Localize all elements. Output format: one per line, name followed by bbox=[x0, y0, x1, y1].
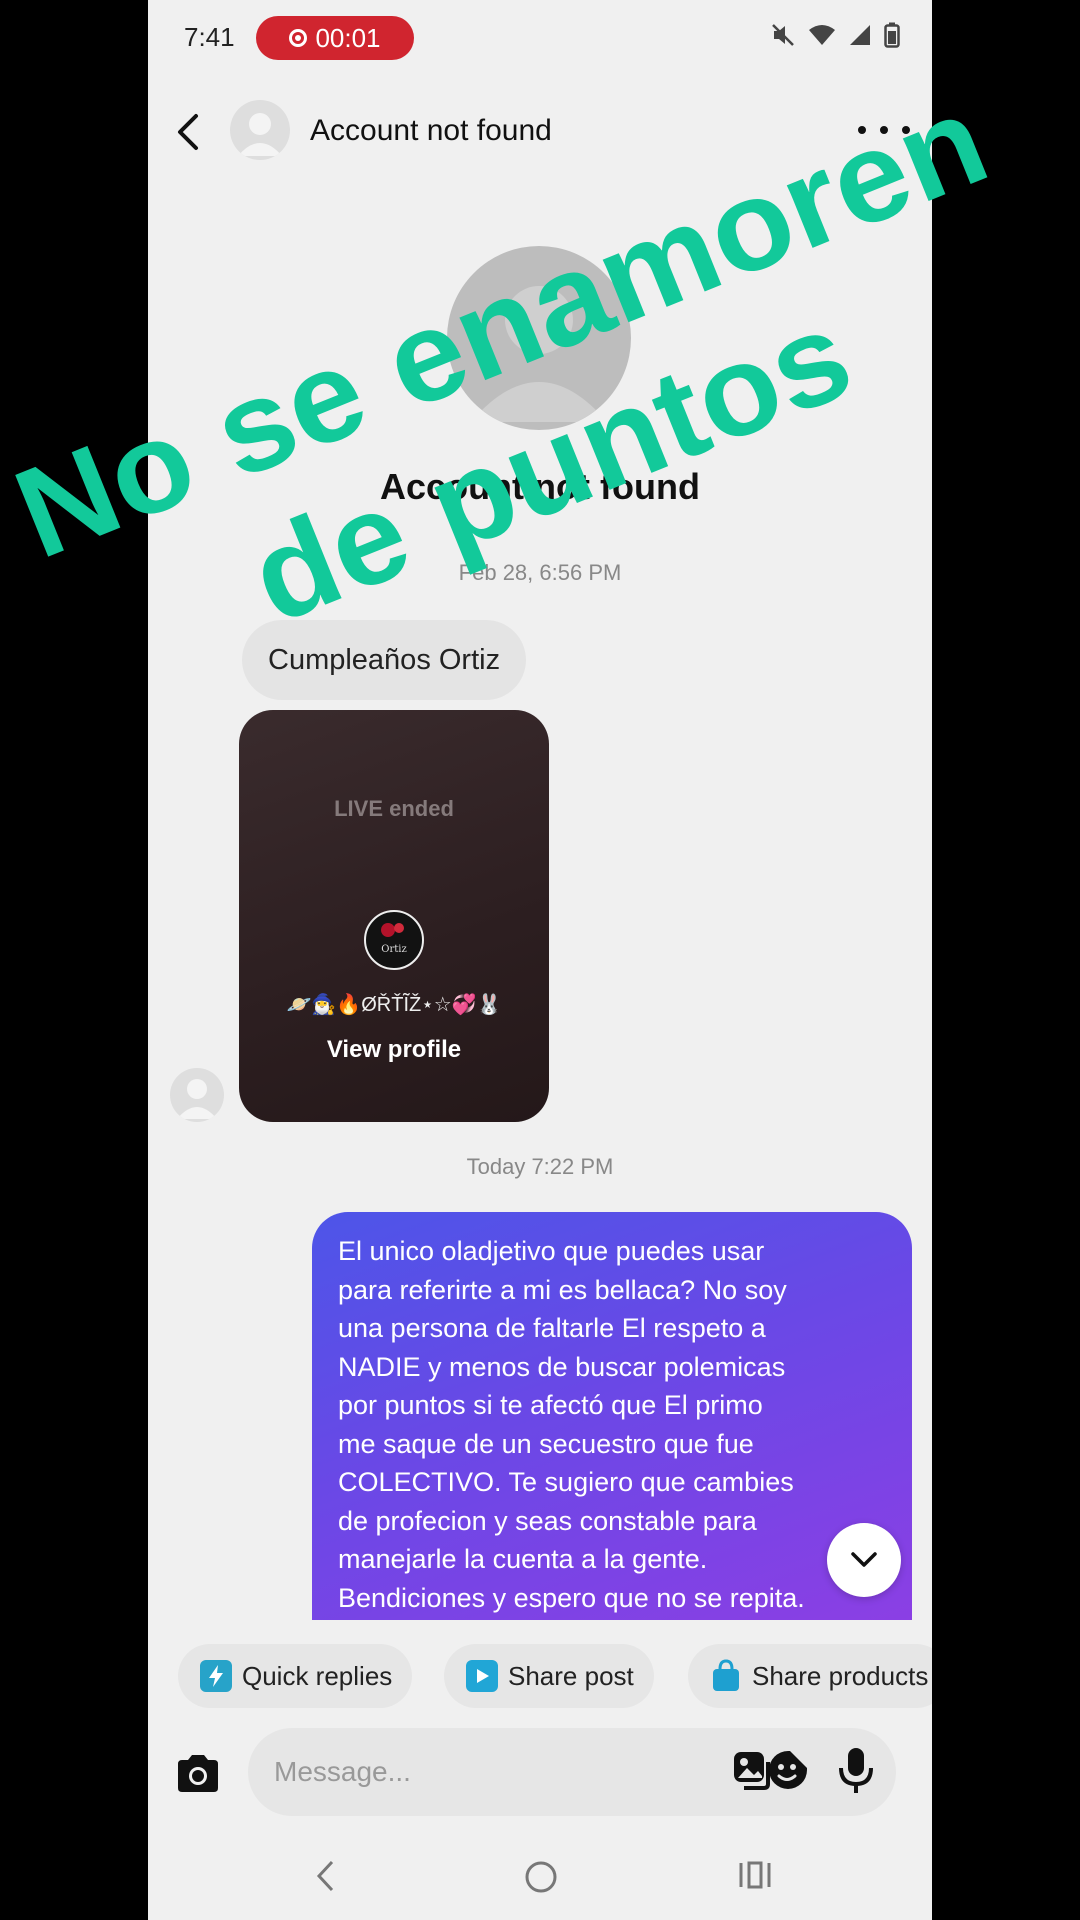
nav-back-button[interactable] bbox=[314, 1858, 338, 1894]
status-time: 7:41 bbox=[184, 22, 235, 52]
message-line: para referirte a mi es bellaca? No soy bbox=[338, 1274, 787, 1305]
message-line: COLECTIVO. Te sugiero que cambies bbox=[338, 1467, 794, 1497]
message-line: El unico oladjetivo que puedes usar bbox=[338, 1236, 765, 1266]
lightning-icon bbox=[200, 1660, 232, 1692]
rose-logo-icon: Ortiz bbox=[381, 923, 407, 955]
received-message-bubble[interactable]: Cumpleaños Ortiz bbox=[242, 620, 527, 700]
status-icons bbox=[770, 22, 900, 48]
live-status-label: LIVE ended bbox=[334, 796, 454, 821]
share-products-button[interactable]: Share products bbox=[688, 1644, 932, 1708]
signal-icon bbox=[850, 25, 870, 45]
recording-timer: 00:01 bbox=[315, 22, 381, 53]
more-options-button[interactable] bbox=[858, 112, 910, 148]
screen-recording-indicator[interactable]: 00:01 bbox=[256, 16, 414, 60]
svg-text:Ortiz: Ortiz bbox=[381, 944, 406, 955]
live-host-avatar: Ortiz bbox=[364, 910, 424, 970]
message-line: me saque de un secuestro que fue bbox=[338, 1428, 754, 1459]
message-line: de profecion y seas constable para bbox=[338, 1505, 757, 1536]
scroll-to-bottom-button[interactable] bbox=[827, 1523, 901, 1597]
profile-name: Account not found bbox=[380, 466, 700, 507]
live-ended-card[interactable]: LIVE ended Ortiz 🪐🧙‍♂️🔥ØŘŤĨŽ⋆☆💞🐰 View pr… bbox=[239, 710, 549, 1122]
share-post-button[interactable]: Share post bbox=[444, 1644, 654, 1708]
message-line: una persona de faltarle El respeto a bbox=[338, 1313, 766, 1343]
message-line: manejarle la cuenta a la gente. bbox=[338, 1544, 708, 1574]
default-avatar-icon bbox=[177, 1079, 217, 1119]
phone-screen: 7:41 00:01 Account not found Account not… bbox=[148, 0, 932, 1920]
timestamp-divider: Today 7:22 PM bbox=[466, 1154, 614, 1179]
mute-icon bbox=[772, 24, 794, 46]
shopping-bag-icon bbox=[710, 1659, 742, 1692]
camera-button[interactable] bbox=[172, 1748, 224, 1800]
timestamp-divider: Feb 28, 6:56 PM bbox=[458, 560, 622, 585]
message-input[interactable]: Message... bbox=[248, 1728, 896, 1816]
conversation-title[interactable]: Account not found bbox=[310, 114, 552, 148]
wifi-icon bbox=[809, 25, 835, 45]
share-products-label: Share products bbox=[752, 1660, 929, 1691]
default-avatar-icon bbox=[238, 113, 282, 156]
default-avatar-icon bbox=[471, 286, 607, 422]
view-profile-link[interactable]: View profile bbox=[239, 1036, 549, 1064]
message-line: NADIE y menos de buscar polemicas bbox=[338, 1351, 786, 1382]
nav-home-button[interactable] bbox=[524, 1860, 558, 1894]
message-line: por puntos si te afectó que El primo bbox=[338, 1390, 763, 1420]
profile-avatar[interactable] bbox=[447, 246, 631, 430]
back-button[interactable] bbox=[168, 108, 208, 156]
sticker-icon[interactable] bbox=[766, 1748, 810, 1792]
quick-replies-label: Quick replies bbox=[242, 1660, 393, 1691]
nav-recents-button[interactable] bbox=[738, 1860, 772, 1890]
share-post-label: Share post bbox=[508, 1660, 634, 1691]
microphone-icon[interactable] bbox=[836, 1746, 876, 1796]
sent-message-text: El unico oladjetivo que puedes usar para… bbox=[338, 1232, 898, 1617]
sender-avatar[interactable] bbox=[170, 1068, 224, 1122]
header-avatar[interactable] bbox=[230, 100, 290, 160]
play-icon bbox=[466, 1660, 498, 1692]
message-line: Bendiciones y espero que no se repita. bbox=[338, 1582, 805, 1613]
quick-replies-button[interactable]: Quick replies bbox=[178, 1644, 413, 1708]
battery-icon bbox=[884, 22, 900, 48]
message-placeholder: Message... bbox=[274, 1756, 411, 1787]
chevron-down-icon bbox=[851, 1552, 877, 1567]
sent-message-bubble[interactable]: El unico oladjetivo que puedes usar para… bbox=[312, 1212, 912, 1620]
live-host-handle: 🪐🧙‍♂️🔥ØŘŤĨŽ⋆☆💞🐰 bbox=[286, 994, 502, 1016]
recording-icon bbox=[289, 29, 308, 47]
